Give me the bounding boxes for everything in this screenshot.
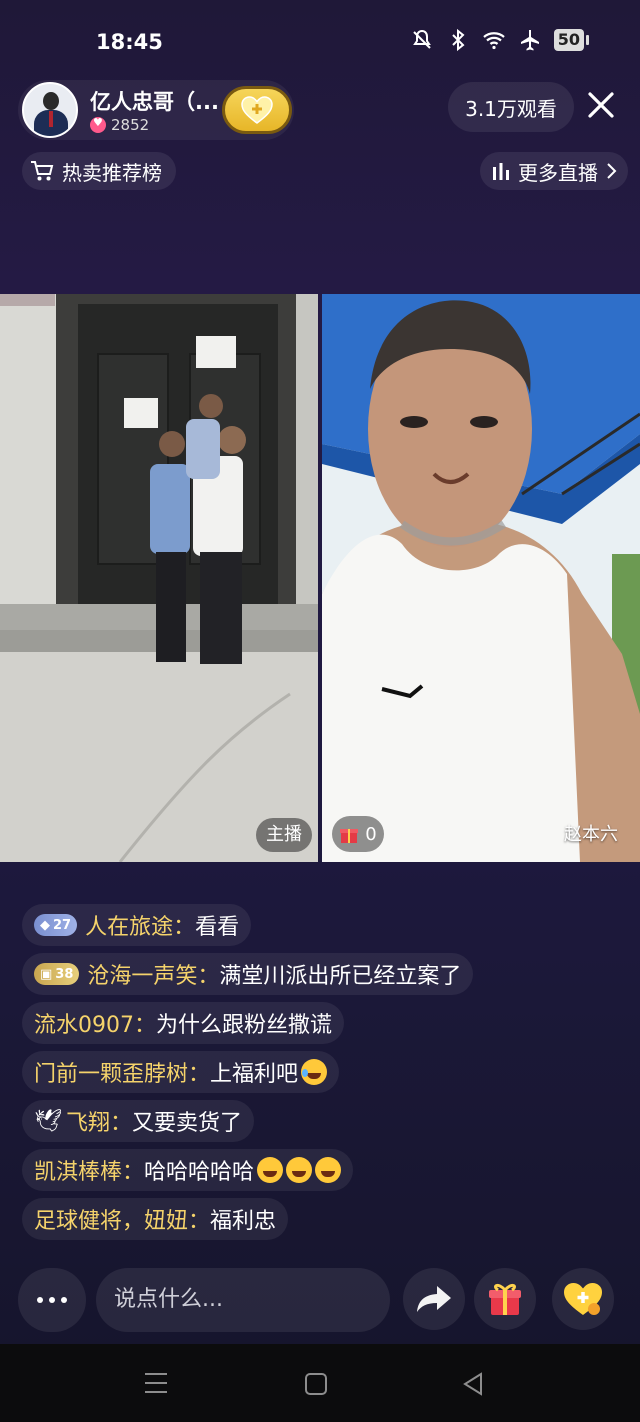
comment-user[interactable]: 门前一颗歪脖树 bbox=[34, 1056, 188, 1088]
host-fans-count: 2852 bbox=[111, 116, 150, 134]
gift-icon bbox=[340, 829, 359, 843]
comment-user[interactable]: 飞翔 bbox=[66, 1105, 110, 1137]
comment-item[interactable]: 🕊 飞翔：又要卖货了 bbox=[22, 1100, 254, 1142]
comment-user[interactable]: 流水0907 bbox=[34, 1007, 134, 1039]
menu-icon[interactable] bbox=[144, 1372, 168, 1394]
fan-heart-icon bbox=[90, 116, 106, 133]
bottom-toolbar: 说点什么... bbox=[0, 1266, 640, 1336]
status-time: 18:45 bbox=[96, 30, 163, 54]
status-icons: 50 bbox=[410, 28, 590, 52]
share-button[interactable] bbox=[403, 1268, 465, 1330]
host-name[interactable]: 亿人忠哥（... bbox=[90, 86, 219, 116]
share-arrow-icon bbox=[417, 1286, 451, 1312]
rofl-emoji-icon bbox=[286, 1157, 313, 1183]
hot-rank-label: 热卖推荐榜 bbox=[62, 160, 162, 185]
chevron-right-icon bbox=[607, 163, 617, 179]
fan-level-badge: ◆ 27 bbox=[34, 914, 78, 936]
battery-indicator: 50 bbox=[553, 29, 590, 51]
comment-item[interactable]: 足球健将，妞妞：福利忠 bbox=[22, 1198, 289, 1240]
comment-text: 又要卖货了 bbox=[131, 1111, 242, 1136]
comment-input[interactable]: 说点什么... bbox=[96, 1268, 390, 1332]
rofl-emoji-icon bbox=[257, 1157, 284, 1183]
comment-list[interactable]: ◆ 27 人在旅途：看看 ▣ 38 沧海一声笑：满堂川派出所已经立案了 流水0907… bbox=[22, 904, 582, 1247]
comment-user[interactable]: 沧海一声笑 bbox=[87, 958, 197, 990]
system-nav-bar bbox=[0, 1344, 640, 1422]
host-video-frame bbox=[0, 294, 318, 862]
airplane-icon bbox=[520, 30, 539, 51]
host-video-pane[interactable] bbox=[0, 294, 318, 862]
host-tag: 主播 bbox=[256, 818, 312, 852]
hot-rank-button[interactable]: 热卖推荐榜 bbox=[22, 152, 176, 190]
rofl-emoji-icon bbox=[315, 1157, 342, 1183]
gift-button[interactable] bbox=[474, 1268, 536, 1330]
viewer-count[interactable]: 3.1万观看 bbox=[448, 82, 574, 132]
home-icon[interactable] bbox=[304, 1372, 328, 1396]
comment-item[interactable]: ▣ 38 沧海一声笑：满堂川派出所已经立案了 bbox=[22, 953, 474, 995]
status-bar: 18:45 50 bbox=[0, 0, 640, 80]
bluetooth-icon bbox=[452, 28, 465, 52]
guest-name[interactable]: 赵本六 bbox=[556, 818, 626, 852]
dove-icon: 🕊 bbox=[34, 1108, 62, 1134]
live-video-area[interactable]: 主播 0 赵本六 bbox=[0, 294, 640, 862]
box-icon: ▣ bbox=[40, 966, 53, 982]
fan-club-button[interactable] bbox=[552, 1268, 614, 1330]
close-icon[interactable] bbox=[584, 88, 618, 122]
comment-user[interactable]: 人在旅途 bbox=[85, 909, 173, 941]
comment-text: 满堂川派出所已经立案了 bbox=[219, 964, 462, 989]
diamond-icon: ◆ bbox=[40, 917, 50, 933]
more-live-label: 更多直播 bbox=[518, 160, 598, 185]
cart-icon bbox=[31, 161, 54, 181]
guest-video-pane[interactable] bbox=[322, 294, 640, 862]
fan-level-badge: ▣ 38 bbox=[34, 963, 80, 985]
wifi-icon bbox=[482, 32, 505, 50]
more-options-button[interactable] bbox=[18, 1268, 86, 1332]
crying-laugh-emoji-icon bbox=[301, 1059, 328, 1085]
host-avatar[interactable] bbox=[22, 82, 78, 138]
comment-user[interactable]: 凯淇棒棒 bbox=[34, 1154, 122, 1186]
more-live-button[interactable]: 更多直播 bbox=[480, 152, 628, 190]
heart-plus-icon bbox=[241, 96, 273, 124]
guest-gift-count[interactable]: 0 bbox=[332, 816, 384, 852]
mute-icon bbox=[412, 29, 431, 49]
host-fans: 2852 bbox=[90, 116, 149, 134]
follow-button[interactable] bbox=[222, 86, 292, 134]
comment-item[interactable]: 门前一颗歪脖树：上福利吧 bbox=[22, 1051, 340, 1093]
comment-item[interactable]: 流水0907：为什么跟粉丝撒谎 bbox=[22, 1002, 345, 1044]
heart-plus-icon bbox=[564, 1283, 602, 1315]
gift-box-icon bbox=[489, 1283, 521, 1315]
comment-text: 上福利吧 bbox=[210, 1062, 299, 1087]
comment-item[interactable]: ◆ 27 人在旅途：看看 bbox=[22, 904, 252, 946]
comment-text: 福利忠 bbox=[210, 1209, 277, 1234]
bars-icon bbox=[493, 163, 509, 180]
comment-item[interactable]: 凯淇棒棒：哈哈哈哈哈 bbox=[22, 1149, 354, 1191]
guest-video-frame bbox=[322, 294, 640, 862]
back-icon[interactable] bbox=[462, 1372, 484, 1396]
comment-text: 为什么跟粉丝撒谎 bbox=[156, 1013, 333, 1038]
comment-text: 哈哈哈哈哈 bbox=[144, 1160, 255, 1185]
comment-user[interactable]: 足球健将，妞妞 bbox=[34, 1203, 188, 1235]
comment-text: 看看 bbox=[195, 915, 240, 940]
